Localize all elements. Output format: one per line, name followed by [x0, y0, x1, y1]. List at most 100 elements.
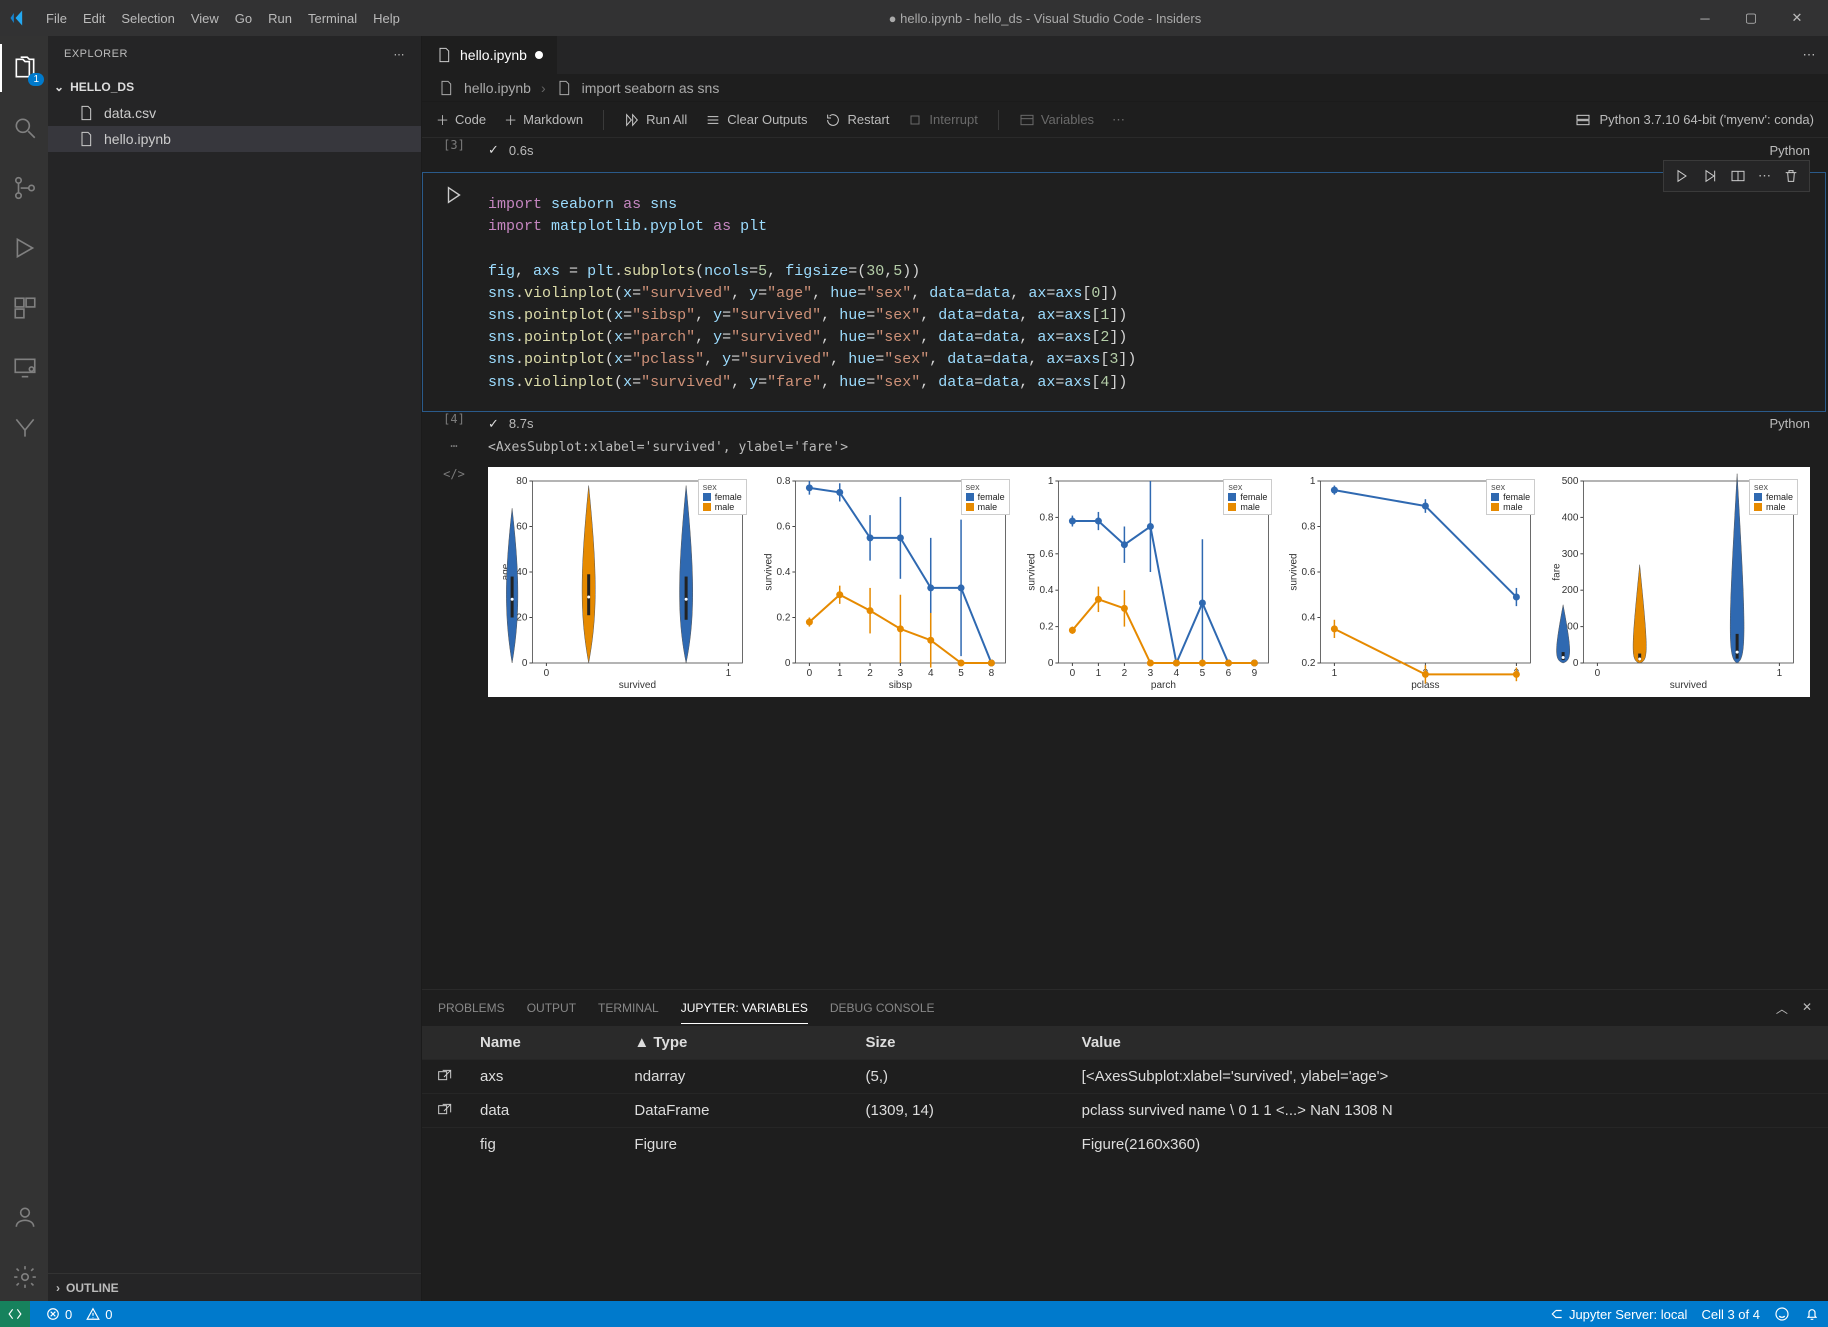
file-icon	[78, 105, 96, 121]
tab-label: hello.ipynb	[460, 47, 527, 63]
menu-run[interactable]: Run	[260, 7, 300, 30]
close-button[interactable]: ✕	[1774, 0, 1820, 36]
cell-lang[interactable]: Python	[1770, 416, 1810, 431]
add-code-button[interactable]: ＋ Code	[436, 110, 486, 129]
svg-text:9: 9	[1251, 668, 1257, 679]
kernel-server-icon	[1575, 112, 1591, 128]
popout-icon[interactable]	[436, 1103, 452, 1119]
code-editor[interactable]: import seaborn as sns import matplotlib.…	[488, 182, 1810, 408]
remote-button[interactable]	[0, 1301, 30, 1327]
jupyter-variables-icon[interactable]	[0, 404, 48, 452]
cell-toolbar: ⋯	[1663, 160, 1810, 192]
run-cell-by-line-icon[interactable]	[1702, 168, 1718, 184]
var-row[interactable]: dataDataFrame(1309, 14)pclass survived n…	[422, 1094, 1828, 1128]
menu-go[interactable]: Go	[227, 7, 260, 30]
notebook-file-icon	[438, 80, 454, 96]
svg-text:0.8: 0.8	[1302, 521, 1316, 532]
col-type[interactable]: ▲ Type	[620, 1026, 851, 1060]
jupyter-server-status[interactable]: Jupyter Server: local	[1550, 1307, 1688, 1322]
run-debug-icon[interactable]	[0, 224, 48, 272]
panel-maximize-icon[interactable]: ︿	[1776, 1000, 1788, 1017]
svg-text:0: 0	[1047, 658, 1053, 669]
menu-selection[interactable]: Selection	[113, 7, 182, 30]
svg-text:1: 1	[1047, 476, 1053, 487]
popout-icon[interactable]	[436, 1069, 452, 1085]
extensions-icon[interactable]	[0, 284, 48, 332]
outline-label: OUTLINE	[66, 1281, 119, 1295]
var-row[interactable]: figFigureFigure(2160x360)	[422, 1128, 1828, 1162]
interrupt-button[interactable]: Interrupt	[907, 112, 977, 128]
col-value[interactable]: Value	[1068, 1026, 1828, 1060]
project-folder[interactable]: ⌄ HELLO_DS	[48, 74, 421, 100]
svg-text:4: 4	[928, 668, 934, 679]
feedback-icon[interactable]	[1774, 1306, 1790, 1322]
remote-explorer-icon[interactable]	[0, 344, 48, 392]
clear-outputs-button[interactable]: Clear Outputs	[705, 112, 807, 128]
panel-tab-debug-console[interactable]: DEBUG CONSOLE	[830, 993, 935, 1023]
settings-gear-icon[interactable]	[0, 1253, 48, 1301]
panel-close-icon[interactable]: ✕	[1802, 1000, 1812, 1017]
run-cell-icon[interactable]	[1674, 168, 1690, 184]
variables-button[interactable]: Variables	[1019, 112, 1094, 128]
code-cell[interactable]: ⋯ import seaborn as sns import matplotli…	[422, 172, 1826, 412]
menu-terminal[interactable]: Terminal	[300, 7, 365, 30]
menu-file[interactable]: File	[38, 7, 75, 30]
more-output-icon[interactable]: …	[450, 436, 457, 450]
exec-time: 0.6s	[509, 143, 534, 158]
toolbar-more-icon[interactable]: ⋯	[1112, 112, 1125, 128]
svg-text:3: 3	[1147, 668, 1153, 679]
crumb-file[interactable]: hello.ipynb	[464, 80, 531, 96]
chart-pclass: 0.20.40.60.81123pclasssurvivedsexfemalem…	[1282, 473, 1541, 691]
tab-more-icon[interactable]: ⋯	[1790, 36, 1828, 74]
warning-count[interactable]: 0	[86, 1307, 112, 1322]
kernel-label[interactable]: Python 3.7.10 64-bit ('myenv': conda)	[1599, 112, 1814, 127]
outline-section[interactable]: › OUTLINE	[48, 1273, 421, 1301]
col-size[interactable]: Size	[851, 1026, 1067, 1060]
file-hello-ipynb[interactable]: hello.ipynb	[48, 126, 421, 152]
panel-tab-terminal[interactable]: TERMINAL	[598, 993, 659, 1023]
svg-text:0.4: 0.4	[1302, 612, 1316, 623]
add-markdown-button[interactable]: ＋ Markdown	[504, 110, 583, 129]
notifications-icon[interactable]	[1804, 1306, 1820, 1322]
delete-cell-icon[interactable]	[1783, 168, 1799, 184]
menu-view[interactable]: View	[183, 7, 227, 30]
restart-button[interactable]: Restart	[825, 112, 889, 128]
accounts-icon[interactable]	[0, 1193, 48, 1241]
svg-text:0.8: 0.8	[776, 476, 790, 487]
svg-text:0.6: 0.6	[1039, 548, 1053, 559]
tab-hello-ipynb[interactable]: hello.ipynb	[422, 36, 558, 74]
run-cell-icon[interactable]	[443, 184, 465, 206]
cell-lang[interactable]: Python	[1770, 143, 1810, 158]
split-cell-icon[interactable]	[1730, 168, 1746, 184]
svg-text:20: 20	[516, 612, 528, 623]
menu-help[interactable]: Help	[365, 7, 408, 30]
menu-edit[interactable]: Edit	[75, 7, 113, 30]
source-control-icon[interactable]	[0, 164, 48, 212]
cell-position[interactable]: Cell 3 of 4	[1701, 1307, 1760, 1322]
minimize-button[interactable]: ─	[1682, 0, 1728, 36]
svg-text:80: 80	[516, 476, 528, 487]
explorer-icon[interactable]: 1	[0, 44, 48, 92]
svg-text:0.6: 0.6	[1302, 567, 1316, 578]
notebook-body[interactable]: [3] ✓ 0.6s Python ⋯	[422, 138, 1828, 989]
more-icon[interactable]: ⋯	[394, 48, 406, 61]
var-row[interactable]: axsndarray(5,)[<AxesSubplot:xlabel='surv…	[422, 1060, 1828, 1094]
title-bar: FileEditSelectionViewGoRunTerminalHelp ●…	[0, 0, 1828, 36]
check-icon: ✓	[488, 142, 499, 158]
panel-tab-output[interactable]: OUTPUT	[527, 993, 576, 1023]
svg-text:0: 0	[544, 668, 550, 679]
panel-tab-jupyter-variables[interactable]: JUPYTER: VARIABLES	[681, 993, 808, 1024]
crumb-cell[interactable]: import seaborn as sns	[582, 80, 720, 96]
code-output-icon: </>	[443, 467, 465, 481]
breadcrumbs[interactable]: hello.ipynb › import seaborn as sns	[422, 74, 1828, 102]
search-icon[interactable]	[0, 104, 48, 152]
svg-text:300: 300	[1562, 548, 1579, 559]
maximize-button[interactable]: ▢	[1728, 0, 1774, 36]
error-count[interactable]: 0	[46, 1307, 72, 1322]
file-data-csv[interactable]: data.csv	[48, 100, 421, 126]
cell-more-icon[interactable]: ⋯	[1758, 168, 1771, 184]
svg-text:1: 1	[1095, 668, 1101, 679]
panel-tab-problems[interactable]: PROBLEMS	[438, 993, 505, 1023]
col-name[interactable]: Name	[466, 1026, 620, 1060]
run-all-button[interactable]: Run All	[624, 112, 687, 128]
